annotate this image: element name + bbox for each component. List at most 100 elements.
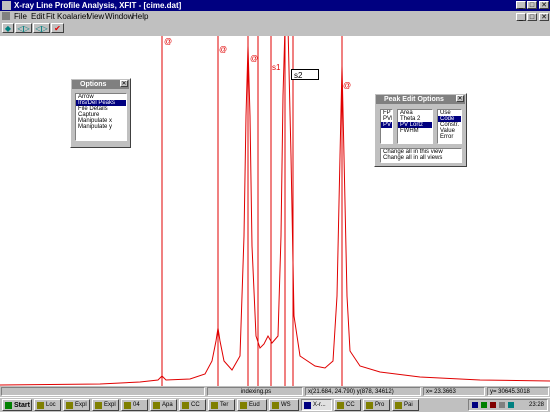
profile-type-list[interactable]: FP PVI PV	[380, 109, 393, 144]
peak-marker-label: @	[219, 45, 228, 54]
peak-marker-label: s1	[272, 63, 281, 72]
taskbar-item[interactable]: CC	[179, 399, 206, 411]
options-close-button[interactable]: ✕	[120, 80, 128, 87]
paint-icon	[395, 402, 402, 409]
taskbar: Start Loc Expl Expl 04 Apa CC Ter Eud WS…	[0, 397, 550, 412]
taskbar-item[interactable]: Expl	[63, 399, 90, 411]
tray-icon[interactable]	[481, 402, 487, 408]
menu-edit[interactable]: Edit	[31, 12, 45, 21]
task-label: Apa	[162, 402, 173, 408]
app-icon	[366, 402, 373, 409]
taskbar-item[interactable]: Ter	[208, 399, 235, 411]
task-label: WS	[281, 402, 291, 408]
status-file: indexing.ps	[207, 387, 303, 396]
doc-minimize-button[interactable]: _	[516, 13, 526, 21]
peak-edit-dialog: Peak Edit Options ✕ FP PVI PV Area Theta…	[374, 93, 467, 167]
peak-marker-label: @	[343, 81, 352, 90]
options-list[interactable]: Arrow Ins/Del Peaks File Details Capture…	[75, 93, 127, 141]
taskbar-item[interactable]: WS	[269, 399, 299, 411]
xfit-icon	[304, 402, 311, 409]
task-label: CC	[191, 402, 200, 408]
taskbar-item-active[interactable]: X-r...	[301, 399, 332, 411]
taskbar-item[interactable]: Pro	[363, 399, 390, 411]
app-icon	[182, 402, 189, 409]
app-icon	[37, 402, 44, 409]
menu-fit[interactable]: Fit	[46, 12, 55, 21]
start-label: Start	[14, 402, 30, 409]
window-title: X-ray Line Profile Analysis, XFIT - [cim…	[14, 1, 182, 10]
zoom-out-button[interactable]: ◁▷	[15, 23, 32, 33]
folder-icon	[95, 402, 102, 409]
task-label: Loc	[46, 402, 56, 408]
title-bar: X-ray Line Profile Analysis, XFIT - [cim…	[0, 0, 550, 11]
toolbar: ◆ ◁▷ ◁▷ ✔	[0, 22, 550, 35]
apply-scope-list[interactable]: Change all in this view Change all in al…	[380, 148, 462, 163]
clock[interactable]: 23:28	[529, 402, 544, 408]
taskbar-item[interactable]: Expl	[92, 399, 119, 411]
app-icon	[337, 402, 344, 409]
task-label: 04	[133, 402, 140, 408]
taskbar-item[interactable]: CC	[334, 399, 361, 411]
app-icon	[2, 1, 11, 10]
system-tray: 23:28	[468, 399, 548, 411]
task-label: CC	[346, 402, 355, 408]
menu-koalariet[interactable]: Koalariet	[57, 12, 89, 21]
task-label: Expl	[104, 402, 116, 408]
taskbar-item[interactable]: Apa	[150, 399, 177, 411]
task-label: X-r...	[313, 402, 326, 408]
plot-area[interactable]: @ @ @ s1 @ s2 Options ✕ Arrow Ins/Del Pe…	[0, 36, 550, 386]
app-icon	[272, 402, 279, 409]
parameter-list[interactable]: Area Theta 2 PV Lortz FWHM	[397, 109, 433, 144]
tray-icon[interactable]	[490, 402, 496, 408]
peak-marker-label: @	[164, 37, 173, 46]
document-icon[interactable]	[2, 12, 10, 20]
arrow-tool-button[interactable]: ◆	[2, 23, 14, 33]
tray-icon[interactable]	[472, 402, 478, 408]
task-label: Eud	[249, 402, 260, 408]
menu-help[interactable]: Help	[132, 12, 148, 21]
list-item[interactable]: Error	[438, 134, 461, 140]
close-button[interactable]: ✕	[539, 1, 549, 9]
doc-close-button[interactable]: ✕	[539, 13, 549, 21]
task-label: Expl	[75, 402, 87, 408]
taskbar-item[interactable]: Loc	[34, 399, 61, 411]
taskbar-item[interactable]: Pai	[392, 399, 419, 411]
list-item[interactable]: Manipulate y	[76, 124, 126, 130]
minimize-button[interactable]: _	[516, 1, 526, 9]
peak-name-input[interactable]: s2	[291, 69, 319, 80]
task-label: Ter	[220, 402, 229, 408]
task-label: Pro	[375, 402, 385, 408]
app-icon	[124, 402, 131, 409]
status-x: x= 23.3663	[423, 387, 485, 396]
peak-edit-dialog-title: Peak Edit Options	[376, 95, 465, 104]
folder-icon	[66, 402, 73, 409]
field-list[interactable]: Use Code Constr. Value Error	[437, 109, 462, 144]
peak-edit-close-button[interactable]: ✕	[456, 95, 464, 102]
options-dialog: Options ✕ Arrow Ins/Del Peaks File Detai…	[70, 78, 131, 148]
menu-view[interactable]: View	[87, 12, 104, 21]
speaker-icon[interactable]	[499, 402, 505, 408]
list-item[interactable]: Change all in all views	[381, 155, 461, 161]
menu-bar: File Edit Fit Koalariet View Window Help…	[0, 11, 550, 22]
list-item[interactable]: FWHM	[398, 128, 432, 134]
status-bar: indexing.ps x(21.684, 24.790) y(878, 346…	[0, 386, 550, 397]
status-range: x(21.684, 24.790) y(878, 34612)	[305, 387, 421, 396]
taskbar-item[interactable]: Eud	[237, 399, 267, 411]
accept-checkmark-button[interactable]: ✔	[51, 23, 64, 33]
start-button[interactable]: Start	[2, 399, 32, 411]
menu-window[interactable]: Window	[105, 12, 133, 21]
taskbar-item[interactable]: 04	[121, 399, 148, 411]
peak-marker-label: @	[250, 54, 259, 63]
status-y: y= 30645.3018	[487, 387, 549, 396]
list-item[interactable]: PV	[381, 122, 392, 128]
windows-logo-icon	[5, 402, 12, 409]
doc-restore-button[interactable]: □	[527, 13, 537, 21]
app-icon	[153, 402, 160, 409]
app-icon	[211, 402, 218, 409]
menu-file[interactable]: File	[14, 12, 27, 21]
zoom-in-button[interactable]: ◁▷	[33, 23, 50, 33]
app-icon	[240, 402, 247, 409]
status-message	[1, 387, 205, 396]
tray-icon[interactable]	[508, 402, 514, 408]
maximize-button[interactable]: □	[527, 1, 537, 9]
